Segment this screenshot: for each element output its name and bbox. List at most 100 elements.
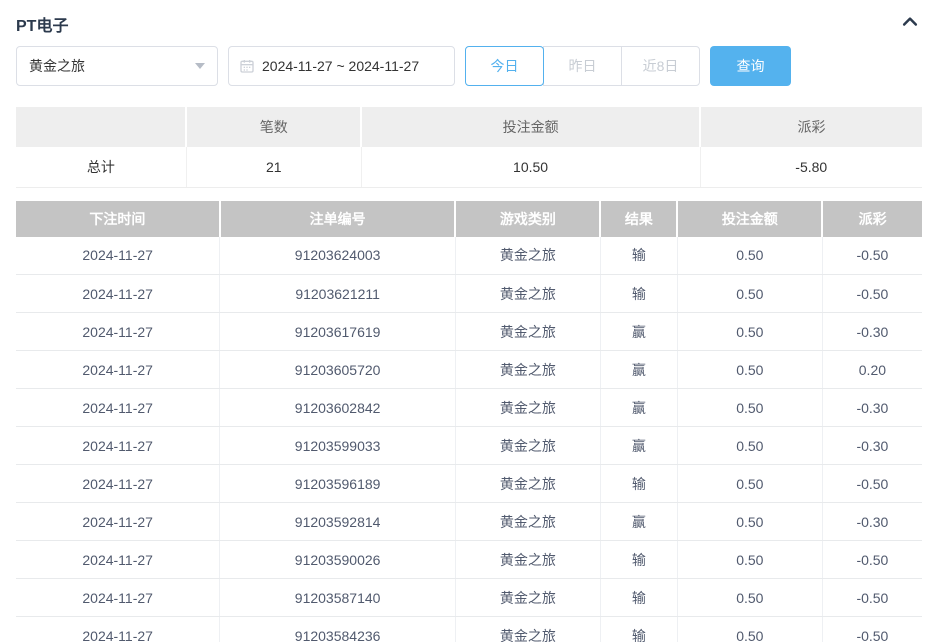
game-select-value: 黄金之旅 <box>29 58 85 74</box>
table-row: 2024-11-27 91203599033 黄金之旅赢 0.50 -0.30 <box>16 426 922 465</box>
query-button[interactable]: 查询 <box>710 46 791 86</box>
bet-amount-cell: 0.50 <box>677 464 823 503</box>
summary-header-row: 笔数 投注金额 派彩 <box>16 107 922 147</box>
order-no-cell: 91203602842 <box>219 388 456 427</box>
game-type-cell: 黄金之旅 <box>455 616 601 642</box>
quick-button-last8days[interactable]: 近8日 <box>621 46 700 86</box>
records-column-header: 派彩 <box>822 200 922 237</box>
payout-cell: -0.50 <box>822 578 922 617</box>
payout-cell: 0.20 <box>822 350 922 389</box>
game-type-cell: 黄金之旅 <box>455 274 601 313</box>
order-no-cell: 91203590026 <box>219 540 456 579</box>
game-type-cell: 黄金之旅 <box>455 388 601 427</box>
summary-table: 笔数 投注金额 派彩 总计 21 10.50 -5.80 <box>16 107 922 188</box>
bet-time-cell: 2024-11-27 <box>16 464 221 503</box>
result-cell: 输 <box>600 236 678 275</box>
bet-amount-cell: 0.50 <box>677 502 823 541</box>
order-no-cell: 91203605720 <box>219 350 456 389</box>
table-row: 2024-11-27 91203592814 黄金之旅赢 0.50 -0.30 <box>16 502 922 541</box>
result-cell: 赢 <box>600 312 678 351</box>
summary-total-label: 总计 <box>16 147 187 188</box>
order-no-cell: 91203584236 <box>219 616 456 642</box>
game-type-cell: 黄金之旅 <box>455 236 601 275</box>
bet-time-cell: 2024-11-27 <box>16 350 221 389</box>
game-type-cell: 黄金之旅 <box>455 502 601 541</box>
summary-total-payout: -5.80 <box>700 147 922 188</box>
bet-amount-cell: 0.50 <box>677 616 823 642</box>
game-type-cell: 黄金之旅 <box>455 426 601 465</box>
bet-time-cell: 2024-11-27 <box>16 312 221 351</box>
bet-time-cell: 2024-11-27 <box>16 388 221 427</box>
summary-column-header: 笔数 <box>186 107 363 147</box>
bet-amount-cell: 0.50 <box>677 312 823 351</box>
records-column-header: 注单编号 <box>219 200 457 237</box>
order-no-cell: 91203624003 <box>219 236 456 275</box>
result-cell: 输 <box>600 578 678 617</box>
result-cell: 输 <box>600 464 678 503</box>
payout-cell: -0.50 <box>822 274 922 313</box>
date-quick-buttons: 今日 昨日 近8日 <box>465 46 700 86</box>
records-column-header: 投注金额 <box>677 200 824 237</box>
summary-total-bet-amount: 10.50 <box>361 147 701 188</box>
table-row: 2024-11-27 91203590026 黄金之旅输 0.50 -0.50 <box>16 540 922 579</box>
table-row: 2024-11-27 91203621211 黄金之旅输 0.50 -0.50 <box>16 274 922 313</box>
bet-amount-cell: 0.50 <box>677 540 823 579</box>
table-row: 2024-11-27 91203596189 黄金之旅输 0.50 -0.50 <box>16 464 922 503</box>
game-type-cell: 黄金之旅 <box>455 540 601 579</box>
table-row: 2024-11-27 91203605720 黄金之旅赢 0.50 0.20 <box>16 350 922 389</box>
result-cell: 赢 <box>600 350 678 389</box>
bet-amount-cell: 0.50 <box>677 388 823 427</box>
summary-column-header: 投注金额 <box>361 107 701 147</box>
page-title: PT电子 <box>16 18 69 35</box>
records-column-header: 游戏类别 <box>455 200 602 237</box>
bet-time-cell: 2024-11-27 <box>16 616 221 642</box>
result-cell: 输 <box>600 616 678 642</box>
bet-time-cell: 2024-11-27 <box>16 540 221 579</box>
filter-bar: 黄金之旅 2024-11-27 ~ 2024-11-27 今日 昨日 近8日 查询 <box>16 46 922 86</box>
payout-cell: -0.50 <box>822 616 922 642</box>
quick-button-today[interactable]: 今日 <box>465 46 544 86</box>
calendar-icon <box>239 58 255 74</box>
summary-total-count: 21 <box>186 147 362 188</box>
result-cell: 赢 <box>600 426 678 465</box>
table-row: 2024-11-27 91203584236 黄金之旅输 0.50 -0.50 <box>16 616 922 642</box>
result-cell: 输 <box>600 540 678 579</box>
table-row: 2024-11-27 91203617619 黄金之旅赢 0.50 -0.30 <box>16 312 922 351</box>
records-column-header: 结果 <box>600 200 679 237</box>
result-cell: 赢 <box>600 502 678 541</box>
game-type-cell: 黄金之旅 <box>455 350 601 389</box>
payout-cell: -0.30 <box>822 312 922 351</box>
payout-cell: -0.30 <box>822 426 922 465</box>
bet-time-cell: 2024-11-27 <box>16 502 221 541</box>
quick-button-yesterday[interactable]: 昨日 <box>543 46 622 86</box>
bet-time-cell: 2024-11-27 <box>16 426 221 465</box>
table-row: 2024-11-27 91203602842 黄金之旅赢 0.50 -0.30 <box>16 388 922 427</box>
bet-amount-cell: 0.50 <box>677 426 823 465</box>
payout-cell: -0.50 <box>822 540 922 579</box>
bet-amount-cell: 0.50 <box>677 236 823 275</box>
chevron-up-icon <box>900 12 920 37</box>
bet-amount-cell: 0.50 <box>677 578 823 617</box>
order-no-cell: 91203587140 <box>219 578 456 617</box>
panel-header: PT电子 <box>16 0 922 42</box>
chevron-down-icon <box>195 63 205 69</box>
game-select[interactable]: 黄金之旅 <box>16 46 218 86</box>
payout-cell: -0.50 <box>822 464 922 503</box>
collapse-panel-button[interactable] <box>898 12 922 36</box>
records-body: 2024-11-27 91203624003 黄金之旅输 0.50 -0.50 2024-… <box>16 236 922 642</box>
result-cell: 赢 <box>600 388 678 427</box>
order-no-cell: 91203596189 <box>219 464 456 503</box>
summary-total-row: 总计 21 10.50 -5.80 <box>16 147 922 188</box>
order-no-cell: 91203599033 <box>219 426 456 465</box>
table-row: 2024-11-27 91203587140 黄金之旅输 0.50 -0.50 <box>16 578 922 617</box>
order-no-cell: 91203617619 <box>219 312 456 351</box>
game-type-cell: 黄金之旅 <box>455 578 601 617</box>
date-range-input[interactable]: 2024-11-27 ~ 2024-11-27 <box>228 46 455 86</box>
result-cell: 输 <box>600 274 678 313</box>
records-table: 下注时间 注单编号 游戏类别 结果 投注金额 派彩 2024-11-27 912036240… <box>16 200 922 642</box>
game-type-cell: 黄金之旅 <box>455 464 601 503</box>
order-no-cell: 91203592814 <box>219 502 456 541</box>
bet-amount-cell: 0.50 <box>677 274 823 313</box>
game-type-cell: 黄金之旅 <box>455 312 601 351</box>
pt-games-panel: PT电子 黄金之旅 2024-11-27 ~ 2024-11-27 今日 昨日 … <box>0 0 938 642</box>
